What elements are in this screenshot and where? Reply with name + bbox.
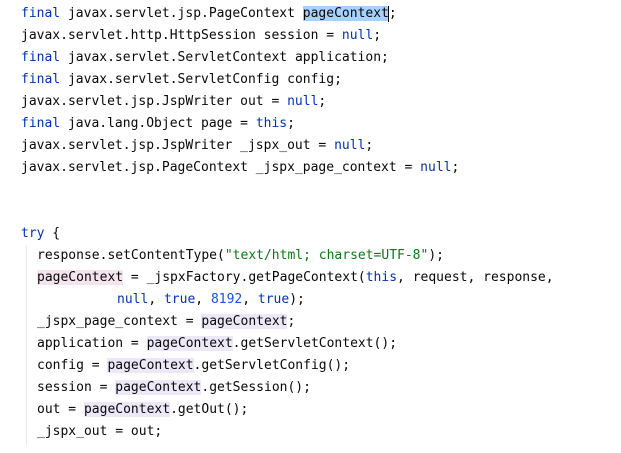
keyword-null: null xyxy=(334,138,366,153)
code-text: { xyxy=(44,226,61,241)
code-text: ; xyxy=(388,6,397,21)
identifier-pagecontext-usage[interactable]: pageContext xyxy=(107,358,194,373)
code-line-7[interactable]: javax.servlet.jsp.JspWriter _jspx_out = … xyxy=(21,135,373,157)
code-text: javax.servlet.ServletContext application… xyxy=(60,50,389,65)
code-line-out[interactable]: out = pageContext.getOut(); xyxy=(37,399,248,421)
number-literal: 8192 xyxy=(210,292,243,307)
code-text: , request, response, xyxy=(397,270,554,285)
code-line-1[interactable]: final javax.servlet.jsp.PageContext page… xyxy=(21,3,397,25)
code-editor[interactable]: final javax.servlet.jsp.PageContext page… xyxy=(0,0,621,453)
code-text: javax.servlet.jsp.JspWriter out = xyxy=(21,94,288,109)
keyword-null: null xyxy=(420,160,452,175)
code-text: javax.servlet.jsp.JspWriter _jspx_out = xyxy=(21,138,335,153)
code-line-application[interactable]: application = pageContext.getServletCont… xyxy=(37,333,397,355)
code-text: , xyxy=(148,292,164,307)
code-text: ; xyxy=(451,160,460,175)
identifier-pagecontext-usage[interactable]: pageContext xyxy=(201,314,288,329)
identifier-pagecontext-usage[interactable]: pageContext xyxy=(115,380,202,395)
selected-identifier-pagecontext[interactable]: pageContext xyxy=(302,6,389,21)
identifier-pagecontext-write[interactable]: pageContext xyxy=(37,270,124,285)
code-text: javax.servlet.http.HttpSession session = xyxy=(21,28,342,43)
keyword-this: this xyxy=(255,116,288,131)
keyword-true: true xyxy=(257,292,290,307)
keyword-final: final xyxy=(21,116,61,131)
code-text: .getOut(); xyxy=(170,402,249,417)
code-line-try[interactable]: try { xyxy=(21,223,60,245)
keyword-try: try xyxy=(21,226,45,241)
keyword-true: true xyxy=(163,292,196,307)
code-text: javax.servlet.jsp.PageContext xyxy=(60,6,303,21)
code-text: javax.servlet.ServletConfig config; xyxy=(60,72,342,87)
keyword-final: final xyxy=(21,72,61,87)
code-text: config = xyxy=(37,358,108,373)
identifier-pagecontext-usage[interactable]: pageContext xyxy=(146,336,233,351)
code-line-jspx-out[interactable]: _jspx_out = out; xyxy=(37,421,162,443)
code-line-jspx-page-context[interactable]: _jspx_page_context = pageContext; xyxy=(37,311,295,333)
keyword-final: final xyxy=(21,6,61,21)
code-text: , xyxy=(195,292,211,307)
code-text: _jspx_out = out; xyxy=(37,424,163,439)
code-line-5[interactable]: javax.servlet.jsp.JspWriter out = null; xyxy=(21,91,326,113)
keyword-null: null xyxy=(117,292,149,307)
code-text: _jspx_page_context = xyxy=(37,314,202,329)
identifier-pagecontext-usage[interactable]: pageContext xyxy=(83,402,171,417)
code-text: ; xyxy=(287,314,296,329)
code-text: ); xyxy=(428,248,444,263)
code-line-config[interactable]: config = pageContext.getServletConfig(); xyxy=(37,355,350,377)
code-line-8[interactable]: javax.servlet.jsp.PageContext _jspx_page… xyxy=(21,157,459,179)
code-text: ; xyxy=(365,138,374,153)
code-text: .getServletConfig(); xyxy=(193,358,351,373)
code-line-session[interactable]: session = pageContext.getSession(); xyxy=(37,377,311,399)
code-text: , xyxy=(242,292,258,307)
code-text: = _jspxFactory.getPageContext( xyxy=(123,270,366,285)
code-line-4[interactable]: final javax.servlet.ServletConfig config… xyxy=(21,69,342,91)
code-text: ; xyxy=(373,28,382,43)
code-line-continuation[interactable]: null, true, 8192, true); xyxy=(117,289,305,311)
indent-guide xyxy=(26,245,27,445)
code-text: ; xyxy=(287,116,295,131)
code-text: .getSession(); xyxy=(201,380,311,395)
code-text: session = xyxy=(37,380,116,395)
code-text: .getServletContext(); xyxy=(232,336,398,351)
code-line-get-page-context[interactable]: pageContext = _jspxFactory.getPageContex… xyxy=(37,267,554,289)
code-text: ); xyxy=(289,292,305,307)
code-line-3[interactable]: final javax.servlet.ServletContext appli… xyxy=(21,47,389,69)
keyword-null: null xyxy=(341,28,374,43)
code-text: ; xyxy=(318,94,327,109)
code-text: application = xyxy=(37,336,147,351)
code-text: javax.servlet.jsp.PageContext _jspx_page… xyxy=(21,160,421,175)
code-text: response.setContentType( xyxy=(37,248,225,263)
code-text: java.lang.Object page = xyxy=(60,116,256,131)
keyword-null: null xyxy=(287,94,319,109)
code-line-6[interactable]: final java.lang.Object page = this; xyxy=(21,113,295,135)
keyword-this: this xyxy=(365,270,398,285)
code-line-2[interactable]: javax.servlet.http.HttpSession session =… xyxy=(21,25,381,47)
code-text: out = xyxy=(37,402,84,417)
code-line-set-content-type[interactable]: response.setContentType("text/html; char… xyxy=(37,245,444,267)
keyword-final: final xyxy=(21,50,61,65)
string-literal: "text/html; charset=UTF-8" xyxy=(224,248,429,263)
